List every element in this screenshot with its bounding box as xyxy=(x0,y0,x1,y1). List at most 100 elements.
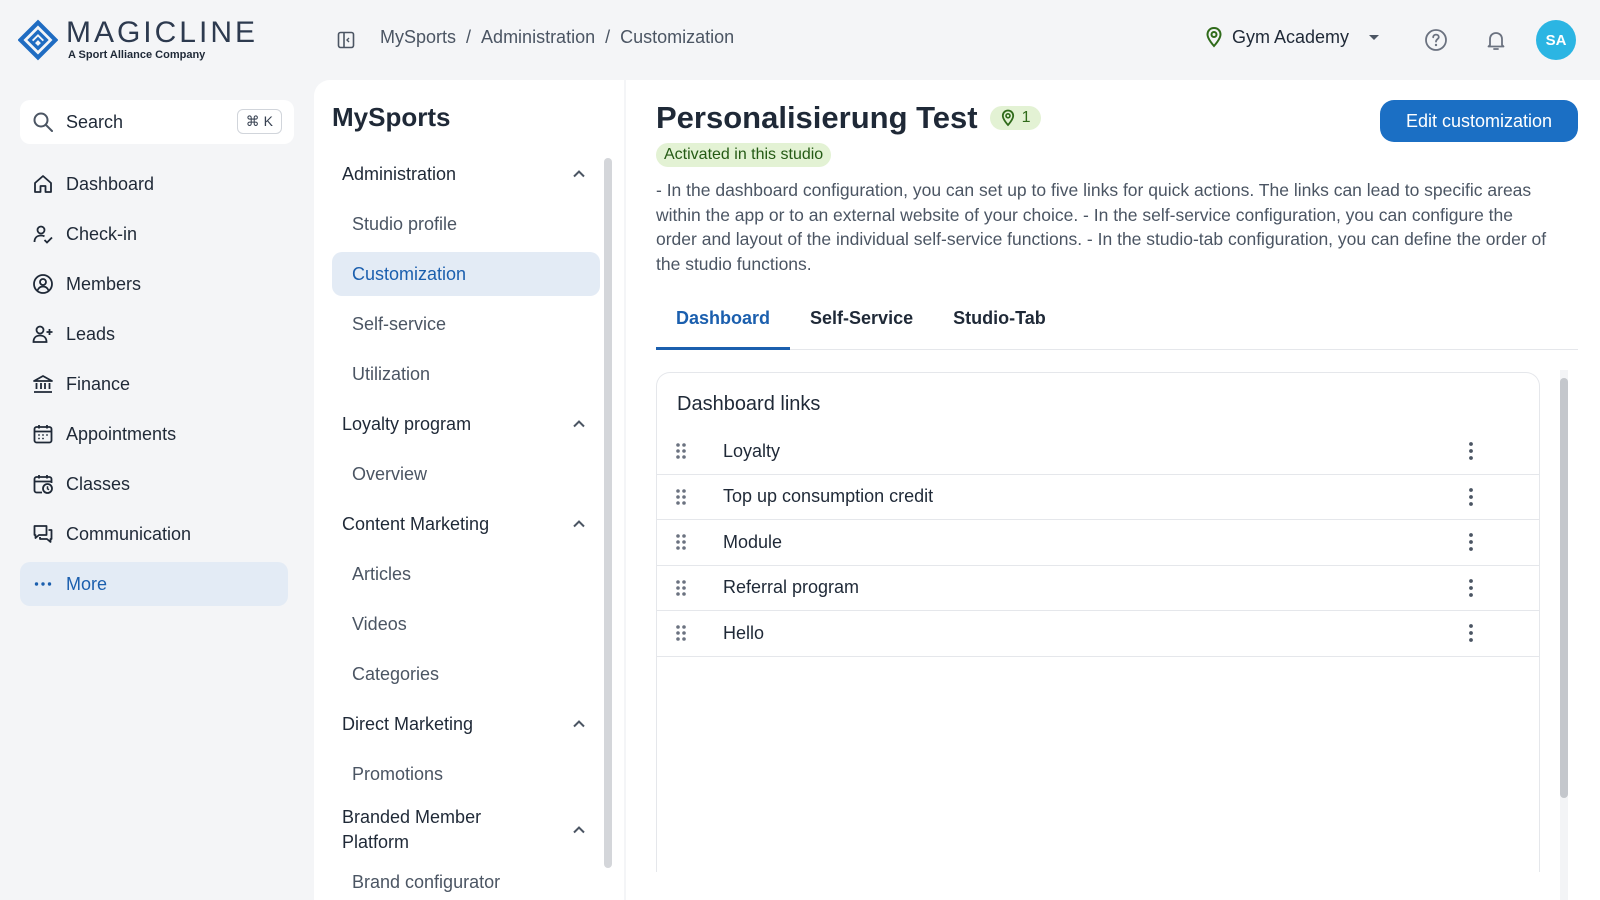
subnav-scrollbar[interactable] xyxy=(604,158,612,868)
more-vertical-icon[interactable] xyxy=(1463,486,1479,508)
chevron-up-icon xyxy=(573,826,585,834)
tab-dashboard[interactable]: Dashboard xyxy=(656,300,791,350)
tab-studio-tab[interactable]: Studio-Tab xyxy=(933,300,1066,350)
edit-customization-button[interactable]: Edit customization xyxy=(1380,100,1578,142)
chevron-up-icon xyxy=(573,420,585,428)
list-item-label: Hello xyxy=(723,622,765,643)
main-content: Personalisierung Test 1 Edit customizati… xyxy=(626,80,1600,900)
status-badge: Activated in this studio xyxy=(656,143,832,167)
search-label: Search xyxy=(66,111,124,132)
location-count-badge: 1 xyxy=(989,106,1041,130)
subnav-item-categories[interactable]: Categories xyxy=(332,652,600,696)
nav-item-dashboard[interactable]: Dashboard xyxy=(20,162,288,206)
magicline-logo[interactable]: MAGICLINE A Sport Alliance Company xyxy=(18,16,258,66)
subnav-item-self-service[interactable]: Self-service xyxy=(332,302,600,346)
dashboard-links-list: Loyalty Top up consumption credit Module Re… xyxy=(657,429,1539,657)
nav-item-label: Finance xyxy=(66,373,131,394)
breadcrumb-item-administration[interactable]: Administration xyxy=(481,27,595,48)
list-item[interactable]: Referral program xyxy=(657,566,1539,611)
nav-item-members[interactable]: Members xyxy=(20,262,288,306)
drag-handle-icon[interactable] xyxy=(673,623,689,643)
nav-item-label: Communication xyxy=(66,523,192,544)
subnav-item-studio-profile[interactable]: Studio profile xyxy=(332,202,600,246)
more-vertical-icon[interactable] xyxy=(1463,440,1479,462)
nav-item-appointments[interactable]: Appointments xyxy=(20,412,288,456)
drag-handle-icon[interactable] xyxy=(673,441,689,461)
main-nav: Dashboard Check-in Members Leads Finance… xyxy=(20,162,288,612)
more-vertical-icon[interactable] xyxy=(1463,577,1479,599)
search-shortcut: ⌘ K xyxy=(236,109,282,134)
user-check-icon xyxy=(33,225,53,244)
more-vertical-icon[interactable] xyxy=(1463,531,1479,553)
list-item[interactable]: Module xyxy=(657,520,1539,566)
location-count: 1 xyxy=(1021,109,1031,126)
magicline-logo-mark xyxy=(18,19,58,61)
help-icon[interactable] xyxy=(1424,28,1448,52)
list-item[interactable]: Loyalty xyxy=(657,429,1539,475)
drag-handle-icon[interactable] xyxy=(673,578,689,598)
nav-item-leads[interactable]: Leads xyxy=(20,312,288,356)
subnav-group-branded-member-platform[interactable]: Branded Member Platform xyxy=(332,802,600,858)
list-item[interactable]: Hello xyxy=(657,611,1539,657)
main-scrollbar[interactable] xyxy=(1560,378,1568,798)
page-title-text: Personalisierung Test xyxy=(656,100,978,135)
subnav-item-videos[interactable]: Videos xyxy=(332,602,600,646)
caret-down-icon xyxy=(1369,35,1380,40)
breadcrumb-separator: / xyxy=(605,27,611,47)
notifications-bell-icon[interactable] xyxy=(1484,28,1508,52)
nav-item-label: Check-in xyxy=(66,223,138,244)
search-icon xyxy=(33,112,53,132)
subnav-item-overview[interactable]: Overview xyxy=(332,452,600,496)
tab-self-service[interactable]: Self-Service xyxy=(790,300,933,350)
chevron-up-icon xyxy=(573,520,585,528)
chevron-up-icon xyxy=(573,720,585,728)
drag-handle-icon[interactable] xyxy=(673,487,689,507)
user-avatar[interactable]: SA xyxy=(1536,20,1576,60)
nav-item-communication[interactable]: Communication xyxy=(20,512,288,556)
nav-item-label: Appointments xyxy=(66,423,177,444)
nav-item-label: Classes xyxy=(66,473,131,494)
chevron-up-icon xyxy=(573,170,585,178)
studio-name: Gym Academy xyxy=(1232,26,1350,47)
nav-item-label: Members xyxy=(66,273,142,294)
subnav-item-promotions[interactable]: Promotions xyxy=(332,752,600,796)
subnav-group-loyalty-program[interactable]: Loyalty program xyxy=(332,402,600,446)
brand-name: MAGICLINE xyxy=(65,16,258,49)
list-item-label: Loyalty xyxy=(723,440,781,461)
subnav-item-brand-configurator[interactable]: Brand configurator xyxy=(332,860,600,900)
location-pin-icon xyxy=(1206,26,1222,48)
subnav-group-label: Content Marketing xyxy=(342,513,490,534)
subnav-group-label: Branded Member Platform xyxy=(342,807,482,852)
subnav-item-customization[interactable]: Customization xyxy=(332,252,600,296)
nav-item-check-in[interactable]: Check-in xyxy=(20,212,288,256)
more-vertical-icon[interactable] xyxy=(1463,622,1479,644)
subnav-group-direct-marketing[interactable]: Direct Marketing xyxy=(332,702,600,746)
subnav-group-administration[interactable]: Administration xyxy=(332,152,600,196)
list-item[interactable]: Top up consumption credit xyxy=(657,475,1539,520)
brand-tagline: A Sport Alliance Company xyxy=(67,49,206,61)
breadcrumb-item-mysports[interactable]: MySports xyxy=(380,27,456,48)
bank-icon xyxy=(33,375,53,393)
subnav-item-articles[interactable]: Articles xyxy=(332,552,600,596)
sidebar-toggle-icon[interactable] xyxy=(336,30,356,50)
list-item-label: Module xyxy=(723,531,783,552)
search-input[interactable]: Search ⌘ K xyxy=(20,100,294,144)
list-item-label: Top up consumption credit xyxy=(723,486,934,507)
studio-select[interactable]: Gym Academy xyxy=(1204,26,1385,48)
home-icon xyxy=(34,175,52,193)
subnav-item-utilization[interactable]: Utilization xyxy=(332,352,600,396)
calendar-clock-icon xyxy=(33,475,53,494)
subnav-group-label: Direct Marketing xyxy=(342,713,474,734)
dashboard-links-card: Dashboard links Loyalty Top up consumptio… xyxy=(656,372,1540,872)
nav-item-more[interactable]: More xyxy=(20,562,288,606)
subnav-group-content-marketing[interactable]: Content Marketing xyxy=(332,502,600,546)
user-circle-icon xyxy=(33,274,53,294)
more-dots-icon xyxy=(34,582,52,586)
nav-item-finance[interactable]: Finance xyxy=(20,362,288,406)
nav-item-classes[interactable]: Classes xyxy=(20,462,288,506)
nav-item-label: Dashboard xyxy=(66,173,155,194)
subnav-group-label: Loyalty program xyxy=(342,413,472,434)
breadcrumb: MySports / Administration / Customizatio… xyxy=(380,27,734,48)
card-title: Dashboard links xyxy=(677,393,821,415)
drag-handle-icon[interactable] xyxy=(673,532,689,552)
